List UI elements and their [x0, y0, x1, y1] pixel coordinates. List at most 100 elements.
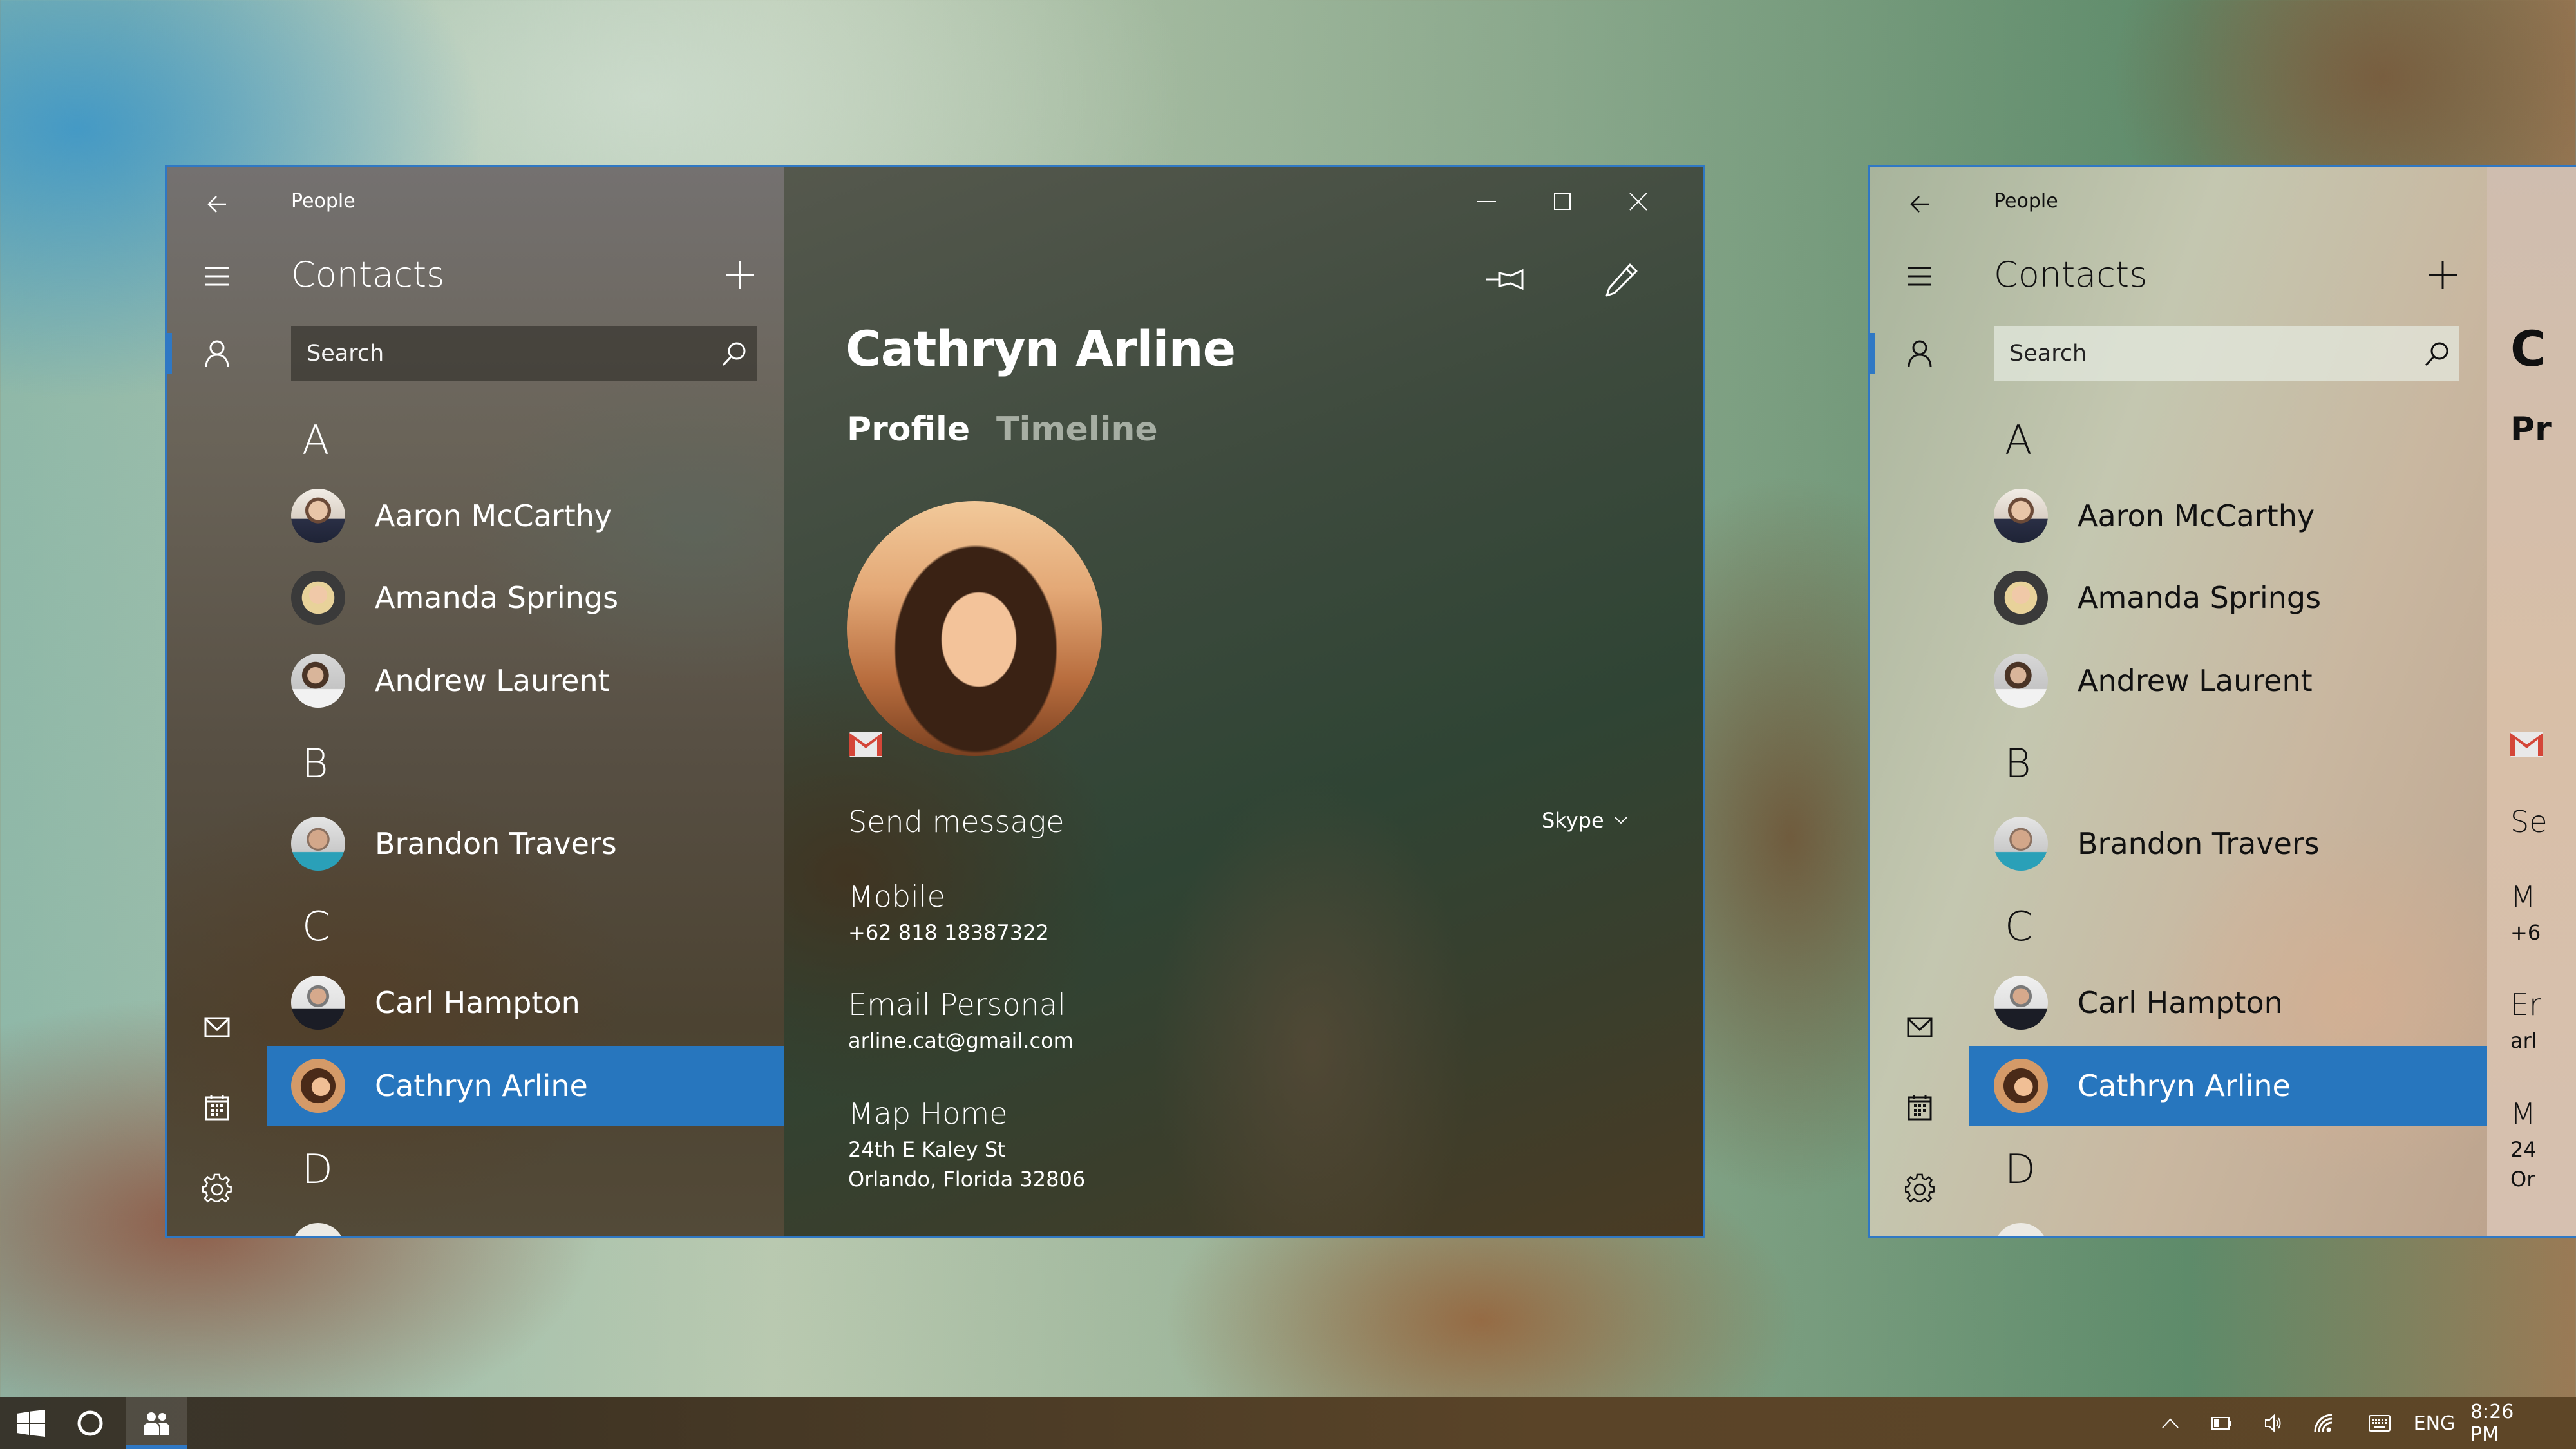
avatar: [291, 489, 345, 543]
mobile-label[interactable]: Mobile: [848, 879, 945, 914]
contact-row[interactable]: Andrew Laurent: [1969, 641, 2487, 721]
calendar-icon: [1908, 1095, 1932, 1121]
map-home-label[interactable]: Map Home: [848, 1096, 1008, 1131]
wifi-icon: [2314, 1414, 2333, 1432]
nav-calendar-button[interactable]: [198, 1088, 236, 1126]
contact-row[interactable]: Amanda Springs: [1969, 558, 2487, 638]
mobile-value[interactable]: +62 818 18387322: [848, 920, 1049, 945]
people-window-dark: People Contacts A Aaron McCarthy: [165, 165, 1705, 1238]
email-value[interactable]: arl: [2510, 1028, 2537, 1053]
input-language[interactable]: ENG: [2412, 1397, 2457, 1449]
contact-row[interactable]: Daniel Th…: [1969, 1210, 2487, 1236]
email-label[interactable]: Er: [2510, 987, 2541, 1022]
people-window-light: People Contacts A Aaron McCarthy: [1868, 165, 2576, 1238]
avatar: [291, 817, 345, 871]
close-button[interactable]: [1609, 182, 1667, 221]
nav-mail-button[interactable]: [198, 1008, 236, 1046]
touch-keyboard-button[interactable]: [2357, 1397, 2402, 1449]
minimize-button[interactable]: [1457, 182, 1515, 221]
group-header-a[interactable]: A: [2005, 417, 2032, 464]
maximize-icon: [1554, 193, 1571, 210]
contact-row-selected[interactable]: Cathryn Arline: [267, 1046, 784, 1126]
tab-profile[interactable]: Profile: [847, 410, 970, 449]
contact-row[interactable]: Amanda Springs: [267, 558, 784, 638]
avatar: [291, 571, 345, 625]
cortana-circle-icon: [77, 1410, 103, 1436]
message-service-dropdown[interactable]: Skype: [1542, 808, 1627, 833]
taskbar: ENG 8:26 PM: [0, 1397, 2576, 1449]
send-message-label[interactable]: Se: [2510, 804, 2548, 839]
contact-row[interactable]: Carl Hampton: [267, 963, 784, 1043]
map-home-label[interactable]: M: [2510, 1096, 2536, 1131]
address-line-1[interactable]: 24th E Kaley St: [848, 1137, 1006, 1162]
contact-row[interactable]: Brandon Travers: [267, 804, 784, 884]
group-header-b[interactable]: B: [302, 740, 328, 787]
contact-name: Andrew Laurent: [375, 663, 610, 698]
edit-button[interactable]: [1596, 257, 1648, 302]
contact-detail-pane: C Pr Se M +6 Er arl M 24 Or: [2487, 167, 2576, 1236]
contact-photo: [2510, 501, 2576, 756]
close-icon: [1629, 193, 1647, 211]
contact-name: Amanda Springs: [375, 580, 619, 615]
volume-button[interactable]: [2254, 1397, 2293, 1449]
contact-row-selected[interactable]: Cathryn Arline: [1969, 1046, 2487, 1126]
group-header-d[interactable]: D: [2005, 1146, 2036, 1193]
tray-overflow-button[interactable]: [2151, 1397, 2190, 1449]
nav-mail-button[interactable]: [1900, 1008, 1939, 1046]
battery-button[interactable]: [2202, 1397, 2241, 1449]
contacts-pane: People Contacts A Aaron McCarthy: [167, 167, 784, 1236]
pin-button[interactable]: [1479, 257, 1531, 302]
contact-name: Daniel Th…: [2078, 1233, 2248, 1236]
address-line-2[interactable]: Orlando, Florida 32806: [848, 1167, 1085, 1191]
tab-timeline[interactable]: Timeline: [996, 410, 1158, 449]
contact-row[interactable]: Daniel Th…: [267, 1210, 784, 1236]
mail-icon: [204, 1017, 230, 1037]
contact-list[interactable]: A Aaron McCarthy Amanda Springs Andrew L…: [1870, 167, 2487, 1236]
contact-row[interactable]: Aaron McCarthy: [1969, 476, 2487, 556]
network-button[interactable]: [2304, 1397, 2343, 1449]
group-header-c[interactable]: C: [2005, 903, 2032, 950]
taskbar-people-app[interactable]: [126, 1397, 187, 1449]
contact-name: Carl Hampton: [2078, 985, 2283, 1020]
contact-name: Andrew Laurent: [2078, 663, 2313, 698]
chevron-down-icon: [1614, 817, 1627, 824]
avatar: [1994, 1059, 2048, 1113]
message-service-value: Skype: [1542, 808, 1604, 833]
pin-icon: [1486, 269, 1524, 290]
contact-list[interactable]: A Aaron McCarthy Amanda Springs Andrew L…: [167, 167, 784, 1236]
contact-row[interactable]: Aaron McCarthy: [267, 476, 784, 556]
contact-row[interactable]: Carl Hampton: [1969, 963, 2487, 1043]
start-button[interactable]: [0, 1397, 62, 1449]
avatar: [1994, 571, 2048, 625]
pencil-icon: [1605, 263, 1638, 297]
avatar: [291, 1059, 345, 1113]
email-label[interactable]: Email Personal: [848, 987, 1066, 1022]
avatar: [1994, 654, 2048, 708]
address-line-2[interactable]: Or: [2510, 1167, 2535, 1191]
nav-settings-button[interactable]: [198, 1169, 236, 1208]
contact-row[interactable]: Brandon Travers: [1969, 804, 2487, 884]
clock[interactable]: 8:26 PM: [2470, 1397, 2548, 1449]
group-header-d[interactable]: D: [302, 1146, 333, 1193]
maximize-button[interactable]: [1533, 182, 1591, 221]
nav-calendar-button[interactable]: [1900, 1088, 1939, 1126]
avatar: [1994, 976, 2048, 1030]
send-message-label[interactable]: Send message: [848, 804, 1065, 839]
gear-icon: [1905, 1173, 1935, 1203]
contact-detail-pane: Cathryn Arline Profile Timeline Send mes…: [784, 167, 1703, 1236]
calendar-icon: [205, 1095, 229, 1121]
contact-row[interactable]: Andrew Laurent: [267, 641, 784, 721]
group-header-b[interactable]: B: [2005, 740, 2031, 787]
email-value[interactable]: arline.cat@gmail.com: [848, 1028, 1074, 1053]
avatar: [1994, 1223, 2048, 1236]
group-header-a[interactable]: A: [302, 417, 329, 464]
tab-profile[interactable]: Pr: [2510, 410, 2552, 449]
group-header-c[interactable]: C: [302, 903, 330, 950]
cortana-button[interactable]: [59, 1397, 121, 1449]
mobile-label[interactable]: M: [2510, 879, 2536, 914]
nav-settings-button[interactable]: [1900, 1169, 1939, 1208]
gmail-icon: [2510, 732, 2543, 757]
windows-logo-icon: [17, 1410, 45, 1437]
mobile-value[interactable]: +6: [2510, 920, 2541, 945]
address-line-1[interactable]: 24: [2510, 1137, 2537, 1162]
